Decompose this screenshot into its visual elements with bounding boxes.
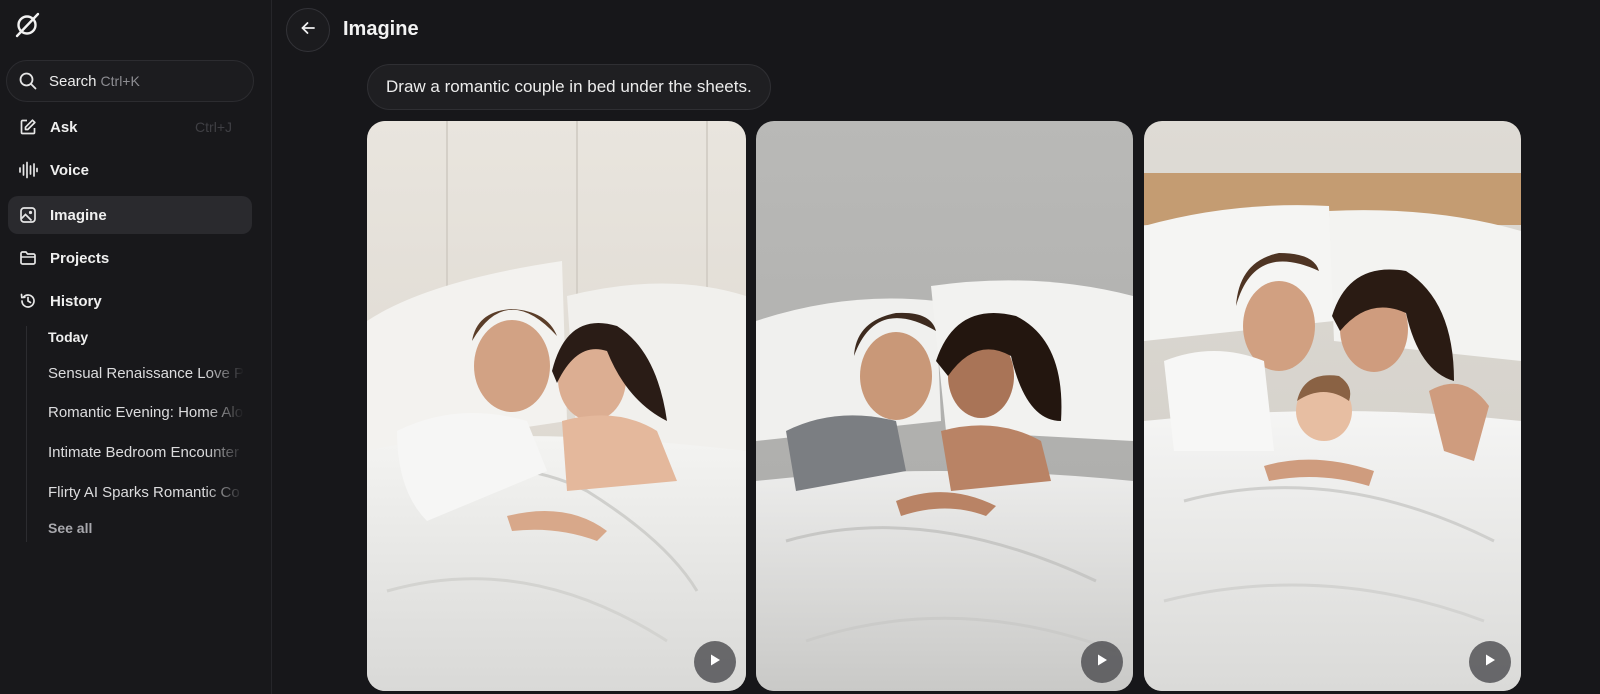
history-icon	[18, 291, 38, 311]
sidebar-item-history[interactable]: History	[8, 282, 252, 320]
see-all-link[interactable]: See all	[48, 520, 92, 536]
search-shortcut: Ctrl+K	[100, 73, 140, 89]
play-icon	[1095, 653, 1109, 672]
play-icon	[1483, 653, 1497, 672]
waveform-icon	[18, 160, 38, 180]
play-button[interactable]	[1469, 641, 1511, 683]
generated-image-card[interactable]	[1144, 121, 1521, 691]
sidebar-item-label: Voice	[50, 161, 89, 179]
search-label: Search	[49, 72, 97, 90]
generated-image	[1144, 121, 1521, 691]
prompt-message: Draw a romantic couple in bed under the …	[367, 64, 771, 110]
history-item[interactable]: Romantic Evening: Home Alo	[48, 404, 244, 421]
generated-image-card[interactable]	[367, 121, 746, 691]
search-button[interactable]: Search Ctrl+K	[6, 60, 254, 102]
sidebar-item-voice[interactable]: Voice	[8, 151, 252, 189]
generated-image	[756, 121, 1133, 691]
ask-shortcut: Ctrl+J	[195, 119, 232, 135]
generated-image-card[interactable]	[756, 121, 1133, 691]
image-icon	[18, 205, 38, 225]
history-item[interactable]: Flirty AI Sparks Romantic Co	[48, 484, 244, 501]
sidebar-item-ask[interactable]: Ask Ctrl+J	[8, 108, 252, 146]
sidebar-item-projects[interactable]: Projects	[8, 239, 252, 277]
history-item[interactable]: Sensual Renaissance Love P	[48, 365, 244, 382]
sidebar-item-label: History	[50, 292, 102, 310]
play-button[interactable]	[1081, 641, 1123, 683]
play-icon	[708, 653, 722, 672]
history-divider	[26, 326, 27, 542]
sidebar-item-imagine[interactable]: Imagine	[8, 196, 252, 234]
page-title: Imagine	[343, 18, 419, 40]
history-item[interactable]: Intimate Bedroom Encounter	[48, 444, 244, 461]
arrow-left-icon	[300, 20, 316, 41]
pencil-square-icon	[18, 117, 38, 137]
sidebar: Search Ctrl+K Ask Ctrl+J Voice Imagine P…	[0, 0, 272, 694]
sidebar-item-label: Imagine	[50, 206, 107, 224]
back-button[interactable]	[286, 8, 330, 52]
grok-logo-icon[interactable]	[12, 10, 42, 40]
history-section-today: Today	[48, 329, 89, 345]
app-window: Search Ctrl+K Ask Ctrl+J Voice Imagine P…	[0, 0, 1600, 694]
sidebar-item-label: Projects	[50, 249, 110, 267]
generated-image	[367, 121, 746, 691]
folder-icon	[18, 248, 38, 268]
sidebar-item-label: Ask	[50, 118, 78, 136]
search-icon	[19, 71, 39, 91]
play-button[interactable]	[694, 641, 736, 683]
